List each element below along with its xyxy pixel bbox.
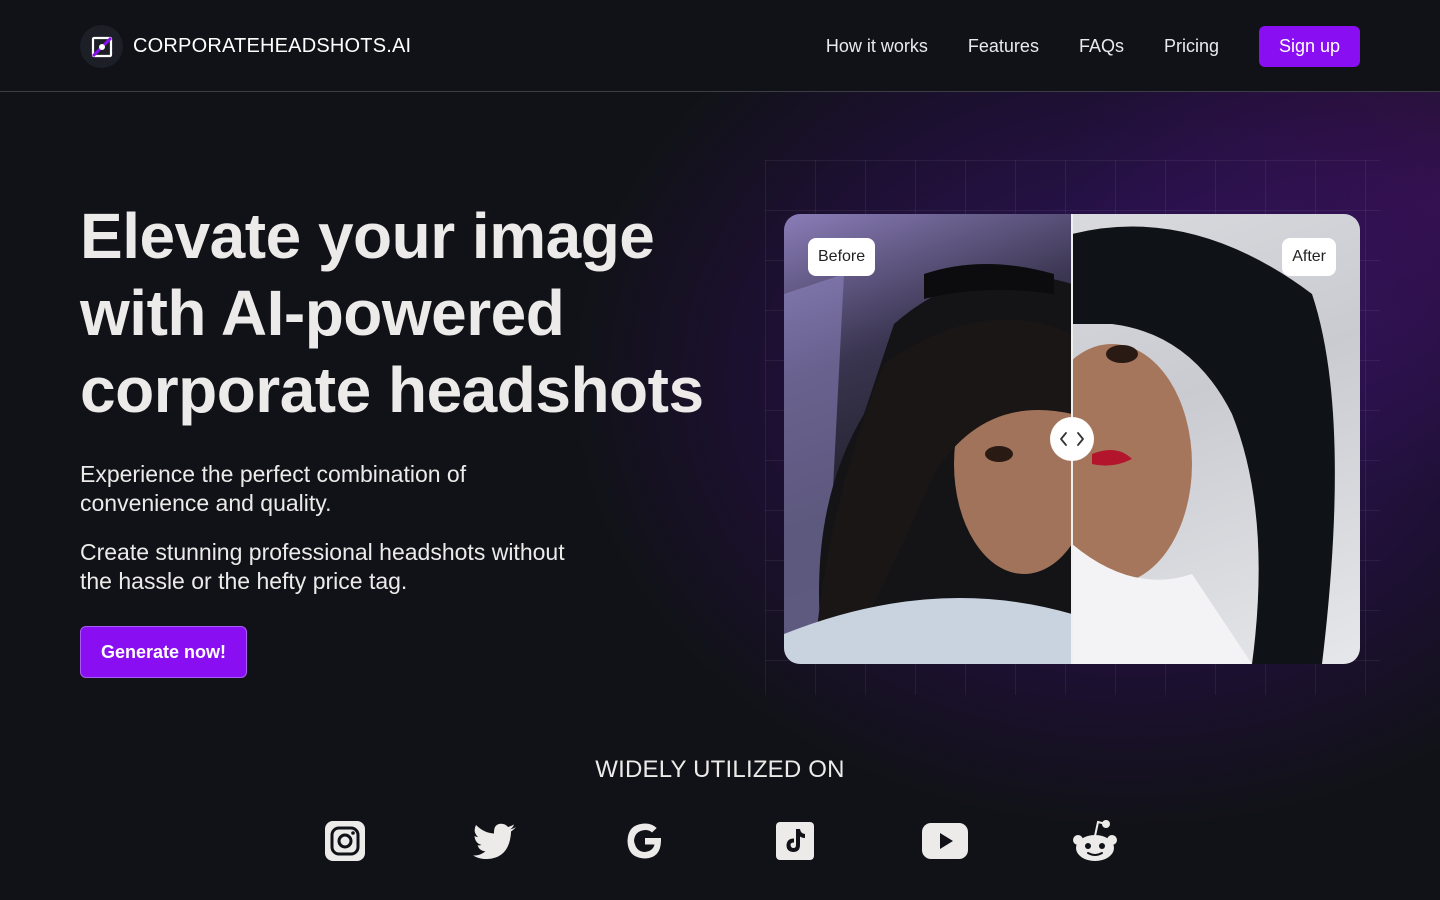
nav-pricing[interactable]: Pricing <box>1164 36 1219 57</box>
instagram-icon <box>320 816 370 866</box>
youtube-icon <box>920 816 970 866</box>
signup-button[interactable]: Sign up <box>1259 26 1360 67</box>
after-image <box>1032 214 1360 664</box>
before-tag: Before <box>808 238 876 276</box>
drag-arrows-icon[interactable] <box>1050 417 1094 461</box>
tiktok-icon <box>770 816 820 866</box>
site-header: CORPORATEHEADSHOTS.AI How it works Featu… <box>0 0 1440 92</box>
before-image <box>784 214 1094 664</box>
generate-now-button[interactable]: Generate now! <box>80 626 247 678</box>
hero-title: Elevate your image with AI-powered corpo… <box>80 200 704 426</box>
brand-logo[interactable]: CORPORATEHEADSHOTS.AI <box>80 25 411 68</box>
hero-paragraph-1: Experience the perfect combination of co… <box>80 461 467 516</box>
hero-paragraph-2: Create stunning professional headshots w… <box>80 539 565 594</box>
widely-utilized-heading: WIDELY UTILIZED ON <box>595 756 845 783</box>
twitter-icon <box>470 816 520 866</box>
logo-mark-icon <box>80 25 123 68</box>
before-after-comparison[interactable]: Before After <box>784 214 1360 664</box>
main-nav: How it works Features FAQs Pricing Sign … <box>826 26 1360 67</box>
google-icon <box>620 816 670 866</box>
brand-name: CORPORATEHEADSHOTS.AI <box>133 35 412 57</box>
nav-faqs[interactable]: FAQs <box>1079 36 1124 57</box>
nav-how-it-works[interactable]: How it works <box>826 36 928 57</box>
after-tag: After <box>1282 238 1336 276</box>
reddit-icon <box>1070 816 1120 866</box>
nav-features[interactable]: Features <box>968 36 1039 57</box>
